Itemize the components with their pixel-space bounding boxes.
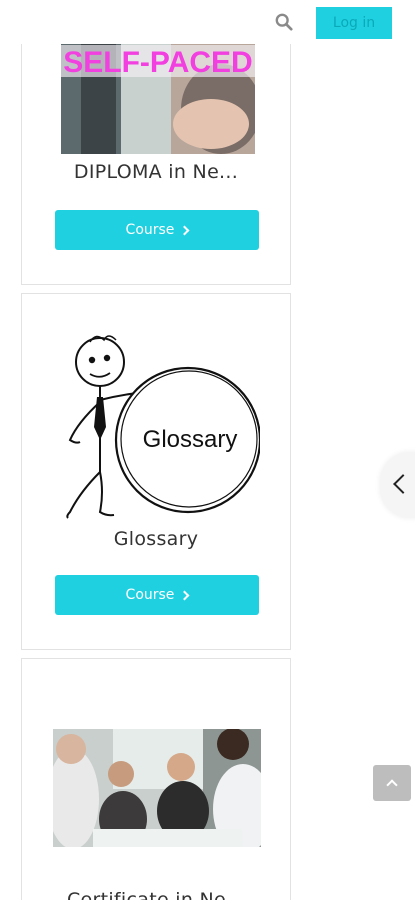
banner-text: SELF-PACED bbox=[63, 46, 252, 79]
course-title[interactable]: Glossary bbox=[22, 528, 290, 550]
course-title[interactable]: Certificate in Ne... bbox=[22, 889, 290, 900]
chevron-right-icon bbox=[179, 225, 190, 236]
scroll-to-top-button[interactable] bbox=[373, 765, 411, 801]
chevron-right-icon bbox=[179, 590, 190, 601]
course-image-glossary: Glossary bbox=[66, 335, 260, 519]
glossary-image-text: Glossary bbox=[143, 426, 238, 453]
chevron-up-icon bbox=[386, 779, 398, 791]
course-card-glossary: Glossary Glossary Course bbox=[21, 293, 291, 650]
page: Log in SELF-PACED DIPLOMA in Ne... Cours… bbox=[0, 0, 415, 900]
course-title[interactable]: DIPLOMA in Ne... bbox=[22, 161, 290, 183]
course-button-label: Course bbox=[125, 587, 175, 603]
search-icon[interactable] bbox=[275, 13, 293, 31]
login-button[interactable]: Log in bbox=[316, 7, 392, 39]
course-card-certificate: Certificate in Ne... bbox=[21, 658, 291, 900]
course-button[interactable]: Course bbox=[55, 210, 259, 250]
chevron-left-icon bbox=[393, 474, 413, 494]
course-button[interactable]: Course bbox=[55, 575, 259, 615]
course-button-label: Course bbox=[125, 222, 175, 238]
course-image-meeting bbox=[53, 729, 261, 847]
side-drawer-toggle[interactable] bbox=[380, 452, 415, 518]
top-header: Log in bbox=[0, 0, 415, 44]
